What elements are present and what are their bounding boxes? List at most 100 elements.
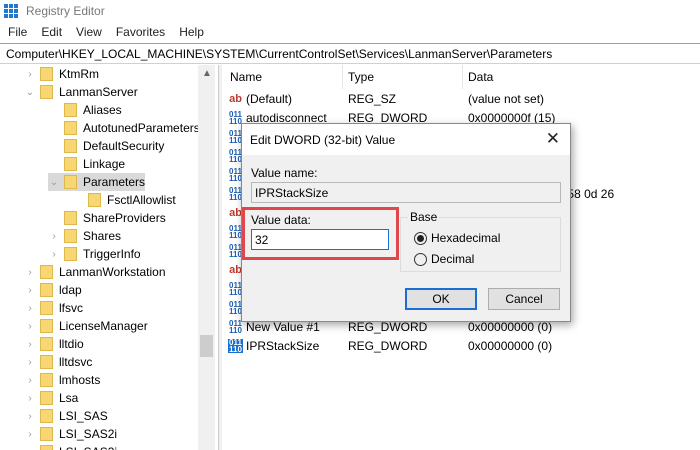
registry-editor-icon <box>4 4 18 18</box>
tree-item-label: LSI_SAS2i <box>59 427 118 441</box>
tree-item[interactable]: Aliases <box>48 101 122 119</box>
decimal-radio[interactable]: Decimal <box>414 252 474 266</box>
chevron-right-icon[interactable]: › <box>24 303 36 314</box>
tree-item-label: FsctlAllowlist <box>107 193 176 207</box>
cancel-button[interactable]: Cancel <box>488 288 560 310</box>
tree-item[interactable]: › TriggerInfo <box>48 245 141 263</box>
chevron-right-icon[interactable]: › <box>24 393 36 404</box>
tree-item-label: TriggerInfo <box>83 247 141 261</box>
menu-favorites[interactable]: Favorites <box>116 25 165 39</box>
tree-item[interactable]: AutotunedParameters <box>48 119 200 137</box>
tree-item-label: LSI_SAS <box>59 409 108 423</box>
chevron-right-icon[interactable]: › <box>24 375 36 386</box>
tree-item[interactable]: › lltdsvc <box>24 353 92 371</box>
tree-item-label: KtmRm <box>59 67 99 81</box>
column-name[interactable]: Name <box>230 70 262 84</box>
tree-item-label: LSI_SAS3i <box>59 445 117 450</box>
value-name-label: Value name: <box>251 166 318 180</box>
folder-icon <box>64 121 77 135</box>
chevron-right-icon[interactable]: › <box>24 267 36 278</box>
value-data: (value not set) <box>468 91 545 106</box>
value-name: IPRStackSize <box>246 338 320 353</box>
tree-item[interactable]: › lltdio <box>24 335 84 353</box>
dword-value-icon: 011 110 <box>228 337 243 354</box>
tree-item[interactable]: › ldap <box>24 281 82 299</box>
folder-icon <box>40 67 53 81</box>
value-row[interactable]: ab (Default) REG_SZ (value not set) <box>222 89 700 108</box>
key-tree: › KtmRm ⌄ LanmanServer Aliases AutotunedParam… <box>0 65 218 450</box>
column-type[interactable]: Type <box>348 70 374 84</box>
folder-icon <box>40 427 53 441</box>
tree-item[interactable]: › LSI_SAS2i <box>24 425 117 443</box>
chevron-right-icon[interactable]: › <box>24 285 36 296</box>
tree-item-label: lfsvc <box>59 301 83 315</box>
tree-item-label: lmhosts <box>59 373 101 387</box>
tree-item[interactable]: › Shares <box>48 227 121 245</box>
tree-item[interactable]: ShareProviders <box>48 209 166 227</box>
menu-view[interactable]: View <box>76 25 102 39</box>
chevron-right-icon[interactable]: › <box>24 321 36 332</box>
close-icon[interactable]: ✕ <box>546 129 560 149</box>
tree-item-label: LanmanServer <box>59 85 138 99</box>
tree-item[interactable]: › lfsvc <box>24 299 83 317</box>
tree-item[interactable]: › Lsa <box>24 389 78 407</box>
window-title: Registry Editor <box>26 4 105 18</box>
tree-item[interactable]: ⌄ LanmanServer <box>24 83 138 101</box>
tree-item[interactable]: › KtmRm <box>24 65 99 83</box>
chevron-down-icon[interactable]: ⌄ <box>24 87 36 98</box>
tree-item-label: Linkage <box>83 157 126 171</box>
folder-icon <box>40 283 53 297</box>
chevron-right-icon[interactable]: › <box>24 447 36 450</box>
chevron-down-icon[interactable]: ⌄ <box>48 177 60 188</box>
title-bar: Registry Editor <box>0 0 700 22</box>
chevron-right-icon[interactable]: › <box>24 339 36 350</box>
tree-item[interactable]: › LSI_SAS3i <box>24 443 117 450</box>
tree-item-label: ShareProviders <box>83 211 166 225</box>
column-data[interactable]: Data <box>468 70 493 84</box>
scroll-up-icon[interactable]: ▲ <box>202 68 212 79</box>
scrollbar-thumb[interactable] <box>200 335 213 357</box>
edit-dword-dialog: Edit DWORD (32-bit) Value ✕ Value name: … <box>241 123 571 322</box>
chevron-right-icon[interactable]: › <box>24 429 36 440</box>
tree-item-label: DefaultSecurity <box>83 139 165 153</box>
value-name-field: IPRStackSize <box>251 182 561 203</box>
base-label: Base <box>408 210 440 224</box>
folder-icon <box>40 355 53 369</box>
chevron-right-icon[interactable]: › <box>48 231 60 242</box>
folder-icon <box>40 337 53 351</box>
value-data: 0x00000000 (0) <box>468 338 553 353</box>
menu-edit[interactable]: Edit <box>41 25 62 39</box>
ok-button[interactable]: OK <box>405 288 477 310</box>
value-data-input[interactable]: 32 <box>251 229 389 250</box>
tree-item-label: ldap <box>59 283 82 297</box>
tree-item[interactable]: ⌄ Parameters <box>48 173 146 191</box>
folder-icon <box>40 319 53 333</box>
decimal-label: Decimal <box>431 252 475 266</box>
tree-item-label: lltdio <box>59 337 84 351</box>
hexadecimal-radio[interactable]: Hexadecimal <box>414 231 500 245</box>
chevron-right-icon[interactable]: › <box>48 249 60 260</box>
string-value-icon: ab <box>229 92 242 105</box>
tree-item-label: Parameters <box>83 175 146 189</box>
folder-icon <box>40 301 53 315</box>
tree-item[interactable]: › lmhosts <box>24 371 100 389</box>
tree-item[interactable]: › LSI_SAS <box>24 407 108 425</box>
chevron-right-icon[interactable]: › <box>24 357 36 368</box>
folder-icon <box>88 193 101 207</box>
menu-file[interactable]: File <box>8 25 27 39</box>
menu-help[interactable]: Help <box>179 25 204 39</box>
value-name: (Default) <box>246 91 293 106</box>
tree-item[interactable]: Linkage <box>48 155 125 173</box>
tree-item[interactable]: DefaultSecurity <box>48 137 164 155</box>
chevron-right-icon[interactable]: › <box>24 411 36 422</box>
folder-icon <box>64 103 77 117</box>
tree-item[interactable]: FsctlAllowlist <box>72 191 176 209</box>
tree-item[interactable]: › LicenseManager <box>24 317 148 335</box>
value-row[interactable]: 011 110 IPRStackSize REG_DWORD 0x00000000 (0… <box>222 336 700 355</box>
tree-scrollbar[interactable]: ▲ <box>198 65 215 450</box>
tree-item[interactable]: › LanmanWorkstation <box>24 263 166 281</box>
folder-icon <box>64 229 77 243</box>
chevron-right-icon[interactable]: › <box>24 69 36 80</box>
address-bar[interactable]: Computer\HKEY_LOCAL_MACHINE\SYSTEM\Curre… <box>0 43 700 64</box>
tree-item-label: LicenseManager <box>59 319 148 333</box>
